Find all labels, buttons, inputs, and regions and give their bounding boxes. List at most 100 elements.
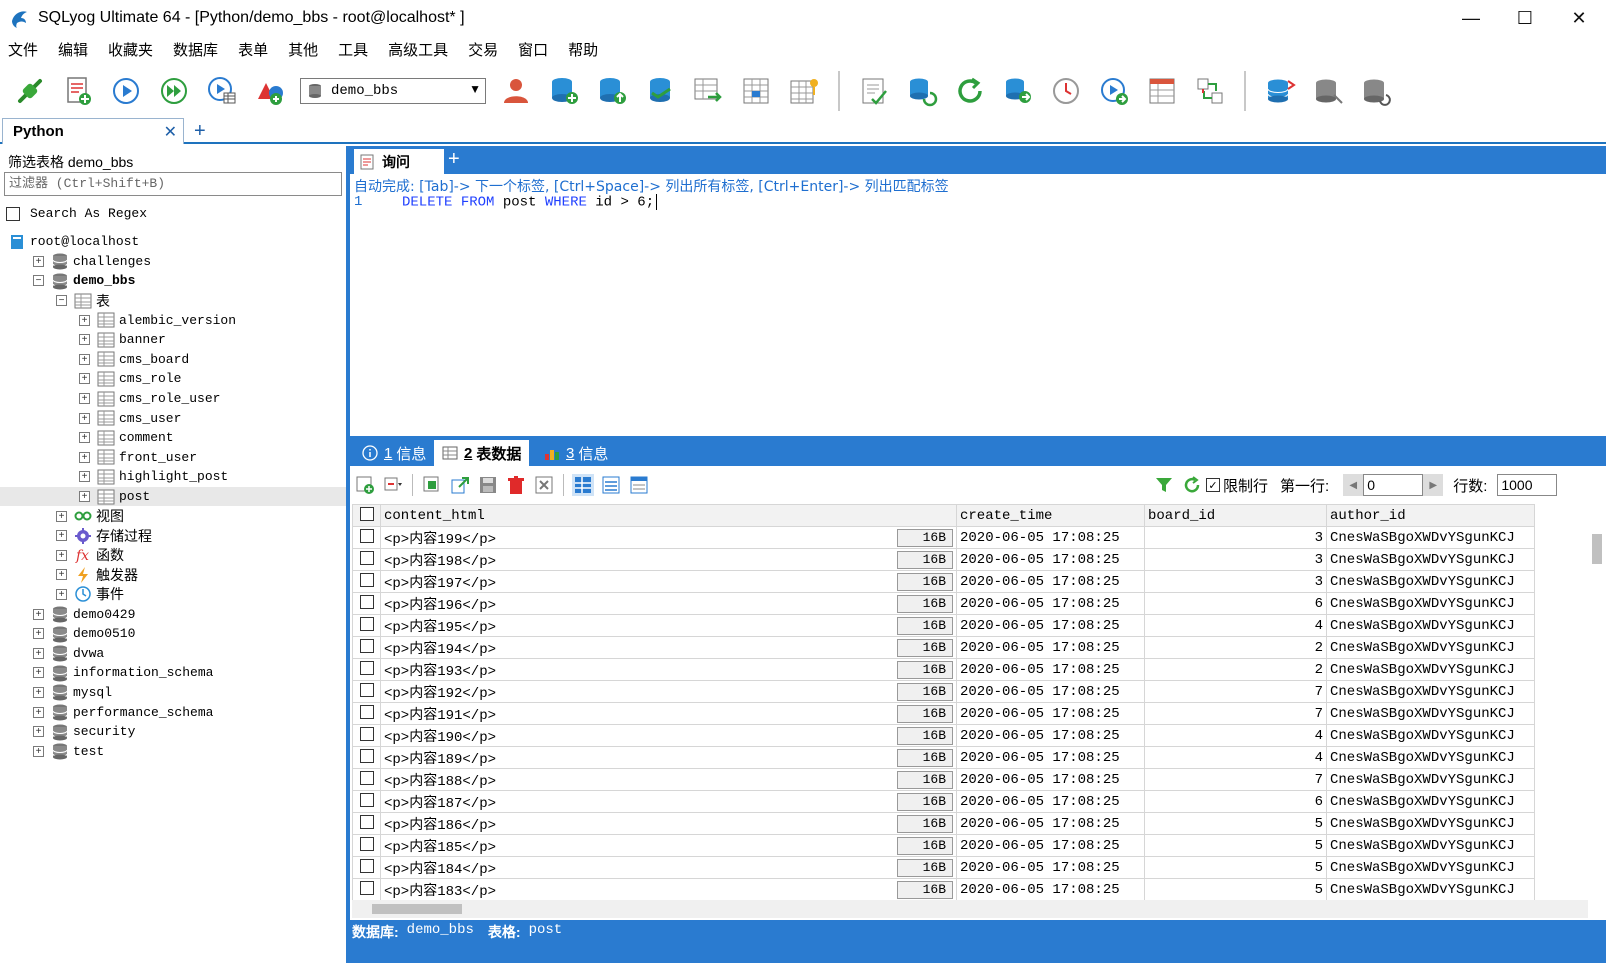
cell-content-html[interactable]: 16B <p>内容183</p> [380, 878, 957, 900]
cell-content-html[interactable]: 16B <p>内容198</p> [380, 548, 957, 571]
row-select-cell[interactable] [352, 790, 381, 813]
blob-size-button[interactable]: 16B [897, 616, 953, 635]
row-select-cell[interactable] [352, 702, 381, 725]
cell-board-id[interactable]: 5 [1144, 856, 1327, 879]
import-external-button[interactable] [998, 71, 1038, 111]
cell-create-time[interactable]: 2020-06-05 17:08:25 [956, 834, 1145, 857]
tree-node-cms-user[interactable]: + cms_user [0, 408, 346, 428]
user-manager-button[interactable] [496, 71, 536, 111]
column-header-author-id[interactable]: author_id [1326, 504, 1535, 527]
row-select-cell[interactable] [352, 570, 381, 593]
row-select-cell[interactable] [352, 526, 381, 549]
vertical-scrollbar[interactable] [1588, 504, 1606, 900]
grid-view-button[interactable] [572, 474, 594, 496]
menu-favorites[interactable]: 收藏夹 [108, 39, 153, 60]
cell-board-id[interactable]: 5 [1144, 878, 1327, 900]
blob-size-button[interactable]: 16B [897, 836, 953, 855]
tree-node-test[interactable]: + test [0, 741, 346, 761]
execute-query-button[interactable] [106, 71, 146, 111]
sql-editor[interactable]: 自动完成: [Tab]-> 下一个标签, [Ctrl+Space]-> 列出所有… [350, 174, 1606, 436]
cell-author-id[interactable]: CnesWaSBgoXWDvYSgunKCJ [1326, 680, 1535, 703]
import-database-button[interactable] [640, 71, 680, 111]
expand-icon[interactable]: + [79, 334, 90, 346]
minimize-button[interactable]: — [1444, 0, 1498, 36]
query-builder-button[interactable] [854, 71, 894, 111]
cell-author-id[interactable]: CnesWaSBgoXWDvYSgunKCJ [1326, 768, 1535, 791]
row-checkbox[interactable] [359, 727, 374, 741]
tab-result-table-data[interactable]: 2 表数据 [434, 440, 530, 466]
database-select[interactable]: demo_bbs ▼ [300, 78, 486, 104]
cell-content-html[interactable]: 16B <p>内容195</p> [380, 614, 957, 637]
tree-node-mysql[interactable]: + mysql [0, 683, 346, 703]
cell-content-html[interactable]: 16B <p>内容190</p> [380, 724, 957, 747]
table-row[interactable]: 16B <p>内容185</p> 2020-06-05 17:08:25 5 CnesW… [352, 834, 1535, 857]
tree-node-alembic-version[interactable]: + alembic_version [0, 310, 346, 330]
export-button[interactable] [449, 474, 471, 496]
delete-row-button[interactable] [505, 474, 527, 496]
next-page-button[interactable]: ▶ [1423, 474, 1444, 496]
row-checkbox[interactable] [359, 771, 374, 785]
cell-board-id[interactable]: 7 [1144, 702, 1327, 725]
table-row[interactable]: 16B <p>内容198</p> 2020-06-05 17:08:25 3 CnesW… [352, 548, 1535, 571]
collapse-icon[interactable]: − [33, 275, 44, 287]
cell-board-id[interactable]: 6 [1144, 790, 1327, 813]
menu-window[interactable]: 窗口 [518, 39, 548, 60]
expand-icon[interactable]: + [79, 451, 90, 463]
cell-author-id[interactable]: CnesWaSBgoXWDvYSgunKCJ [1326, 746, 1535, 769]
blob-size-button[interactable]: 16B [897, 792, 953, 811]
expand-icon[interactable]: + [33, 726, 44, 738]
blob-size-button[interactable]: 16B [897, 682, 953, 701]
row-select-cell[interactable] [352, 724, 381, 747]
menu-help[interactable]: 帮助 [568, 39, 598, 60]
row-checkbox[interactable] [359, 573, 374, 587]
refresh-button[interactable] [950, 71, 990, 111]
table-index-button[interactable] [784, 71, 824, 111]
data-sync-button[interactable] [1190, 71, 1230, 111]
row-select-cell[interactable] [352, 614, 381, 637]
row-select-cell[interactable] [352, 680, 381, 703]
tree-node-cms-role-user[interactable]: + cms_role_user [0, 389, 346, 409]
cell-board-id[interactable]: 4 [1144, 724, 1327, 747]
column-header-board-id[interactable]: board_id [1144, 504, 1327, 527]
tree-node-cms-board[interactable]: + cms_board [0, 350, 346, 370]
cell-create-time[interactable]: 2020-06-05 17:08:25 [956, 768, 1145, 791]
row-checkbox[interactable] [359, 639, 374, 653]
expand-icon[interactable]: + [33, 647, 44, 659]
menu-table[interactable]: 表单 [238, 39, 268, 60]
cell-author-id[interactable]: CnesWaSBgoXWDvYSgunKCJ [1326, 636, 1535, 659]
blob-size-button[interactable]: 16B [897, 528, 953, 547]
expand-icon[interactable]: + [79, 412, 90, 424]
table-row[interactable]: 16B <p>内容187</p> 2020-06-05 17:08:25 6 CnesW… [352, 790, 1535, 813]
menu-tools[interactable]: 工具 [338, 39, 368, 60]
row-select-cell[interactable] [352, 768, 381, 791]
expand-icon[interactable]: + [33, 686, 44, 698]
prev-page-button[interactable]: ◀ [1343, 474, 1364, 496]
cell-board-id[interactable]: 3 [1144, 526, 1327, 549]
cell-content-html[interactable]: 16B <p>内容196</p> [380, 592, 957, 615]
row-select-cell[interactable] [352, 812, 381, 835]
cell-create-time[interactable]: 2020-06-05 17:08:25 [956, 570, 1145, 593]
expand-icon[interactable]: + [33, 706, 44, 718]
menu-edit[interactable]: 编辑 [58, 39, 88, 60]
refresh-result-button[interactable] [1181, 474, 1203, 496]
column-header-content-html[interactable]: content_html [380, 504, 957, 527]
cell-author-id[interactable]: CnesWaSBgoXWDvYSgunKCJ [1326, 592, 1535, 615]
row-checkbox[interactable] [359, 705, 374, 719]
cell-author-id[interactable]: CnesWaSBgoXWDvYSgunKCJ [1326, 724, 1535, 747]
expand-icon[interactable]: + [33, 628, 44, 640]
row-select-cell[interactable] [352, 548, 381, 571]
row-checkbox[interactable] [359, 551, 374, 565]
cell-board-id[interactable]: 7 [1144, 768, 1327, 791]
row-checkbox[interactable] [359, 881, 374, 895]
tree-node-3[interactable]: − 表 [0, 291, 346, 311]
text-view-button[interactable] [628, 474, 650, 496]
cell-author-id[interactable]: CnesWaSBgoXWDvYSgunKCJ [1326, 834, 1535, 857]
table-row[interactable]: 16B <p>内容183</p> 2020-06-05 17:08:25 5 CnesW… [352, 878, 1535, 900]
cell-create-time[interactable]: 2020-06-05 17:08:25 [956, 658, 1145, 681]
table-row[interactable]: 16B <p>内容192</p> 2020-06-05 17:08:25 7 CnesW… [352, 680, 1535, 703]
tree-node-demo0429[interactable]: + demo0429 [0, 604, 346, 624]
cell-author-id[interactable]: CnesWaSBgoXWDvYSgunKCJ [1326, 856, 1535, 879]
cell-content-html[interactable]: 16B <p>内容193</p> [380, 658, 957, 681]
cell-author-id[interactable]: CnesWaSBgoXWDvYSgunKCJ [1326, 614, 1535, 637]
expand-icon[interactable]: + [79, 314, 90, 326]
